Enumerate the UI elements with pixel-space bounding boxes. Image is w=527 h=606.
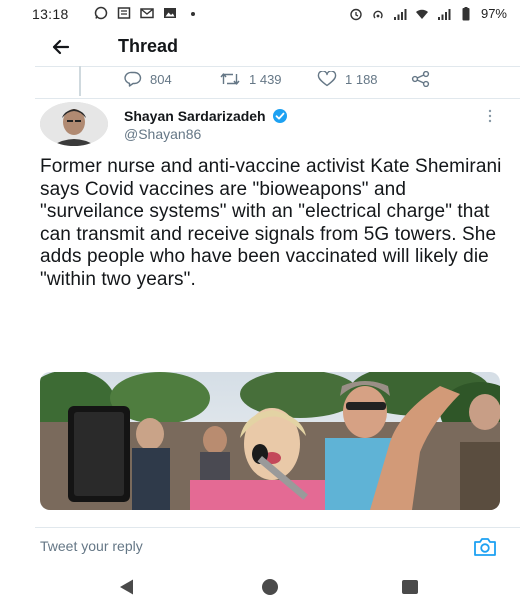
retweet-count: 1 439 <box>249 71 282 87</box>
previous-tweet-actions: 804 1 439 1 188 <box>124 68 431 90</box>
avatar[interactable] <box>40 102 108 146</box>
camera-button[interactable] <box>472 536 498 558</box>
reply-input[interactable]: Tweet your reply <box>40 538 143 554</box>
nav-recents-icon[interactable] <box>402 580 418 594</box>
nav-back-button[interactable] <box>117 578 137 596</box>
share-action[interactable] <box>411 71 431 87</box>
gmail-icon <box>140 6 154 20</box>
like-count: 1 188 <box>345 71 378 87</box>
divider <box>35 527 520 528</box>
reply-icon <box>124 71 142 87</box>
whatsapp-icon <box>94 6 108 20</box>
protest-photo <box>40 372 500 510</box>
battery-percent: 97% <box>480 6 507 21</box>
signal-icon <box>393 7 407 21</box>
nav-back-icon <box>120 579 133 595</box>
hotspot-icon <box>371 7 385 21</box>
avatar-image <box>40 102 108 146</box>
camera-icon <box>474 538 496 556</box>
wifi-icon <box>415 7 429 21</box>
back-button[interactable] <box>48 34 74 60</box>
divider <box>35 66 520 67</box>
system-nav-bar <box>0 568 527 606</box>
tweet-media[interactable] <box>40 372 500 510</box>
status-time: 13:18 <box>32 6 69 22</box>
status-bar: 13:18 97% <box>0 0 527 28</box>
alarm-icon <box>349 7 363 21</box>
news-icon <box>117 6 131 20</box>
app-header: Thread <box>0 30 527 64</box>
retweet-action[interactable]: 1 439 <box>219 71 317 87</box>
divider <box>35 98 520 99</box>
author-name: Shayan Sardarizadeh <box>124 108 266 124</box>
share-icon <box>411 71 430 87</box>
thread-connector <box>79 66 81 96</box>
heart-icon <box>317 71 337 87</box>
system-icons: 97% <box>349 6 507 21</box>
author-handle: @Shayan86 <box>124 126 202 142</box>
arrow-left-icon <box>52 39 70 55</box>
author-name-row[interactable]: Shayan Sardarizadeh <box>124 108 288 124</box>
retweet-icon <box>220 73 240 85</box>
page-title: Thread <box>118 36 179 56</box>
dot-icon <box>186 6 200 20</box>
image-icon <box>163 6 177 20</box>
reply-action[interactable]: 804 <box>124 71 219 87</box>
reply-count: 804 <box>150 71 172 87</box>
battery-icon <box>459 6 473 21</box>
tweet-text: Former nurse and anti-vaccine activist K… <box>40 156 502 290</box>
nav-home-icon[interactable] <box>262 579 278 595</box>
more-vertical-icon <box>488 109 492 123</box>
notification-icons <box>94 6 200 20</box>
like-action[interactable]: 1 188 <box>317 71 411 87</box>
verified-badge-icon <box>272 109 287 123</box>
signal-icon <box>437 7 451 21</box>
more-options-button[interactable] <box>484 108 496 124</box>
